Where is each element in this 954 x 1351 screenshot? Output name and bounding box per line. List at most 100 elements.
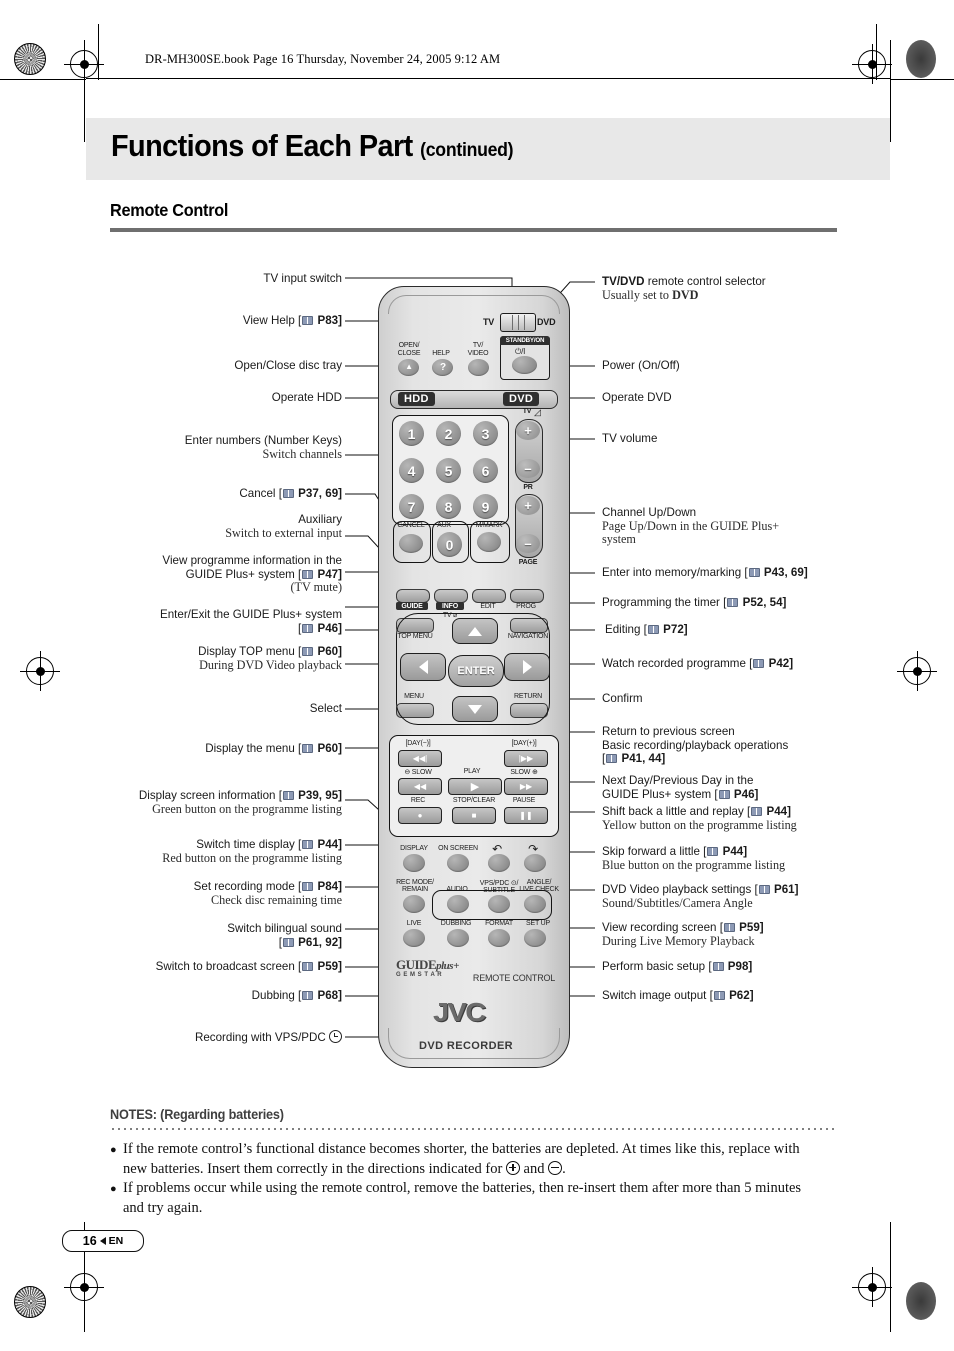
number-key-2[interactable]: 2 [436,421,461,446]
tv-dvd-selector-switch[interactable] [500,313,536,332]
registration-blob-bottom-right [906,1282,936,1320]
crop-cross-top-right [852,44,892,84]
hdd-button[interactable]: HDD [398,392,435,406]
on-screen-caption: ON SCREEN [438,845,478,852]
jvc-logo: JVC [433,997,486,1027]
eject-icon: ▲ [405,362,413,371]
callout-power-on-off: Power (On/Off) [602,359,680,372]
info-caption: INFO [436,602,464,610]
play-caption: PLAY [463,768,481,775]
registration-blob-top-right [906,40,936,78]
prog-button[interactable] [510,589,544,603]
number-key-6[interactable]: 6 [473,458,498,483]
nav-down-button[interactable] [452,696,498,722]
callout-cancel: Cancel [ P37, 69] [239,487,342,500]
stop-button[interactable]: ■ [452,807,496,824]
tv-video-caption-line2: VIDEO [467,350,489,357]
replay-button[interactable] [488,854,510,872]
crop-line-left-vertical [84,40,85,142]
selector-dvd-label: DVD [537,317,556,327]
note-item-2-text: If problems occur while using the remote… [123,1180,802,1216]
dvd-button[interactable]: DVD [503,392,540,406]
callout-tv-dvd-selector: TV/DVD remote control selector Usually se… [602,275,766,302]
book-icon [727,598,739,607]
next-skip-button[interactable]: |▶▶ [504,750,548,767]
dubbing-button[interactable] [447,929,469,947]
on-screen-button[interactable] [447,854,469,872]
callout-switch-bilingual-sound: Switch bilingual sound[ P61, 92] [227,922,342,949]
gemstar-wordmark: G E M S T A R [396,972,443,978]
page-caption: PAGE [518,559,538,566]
number-key-0[interactable]: 0 [437,532,462,557]
fast-forward-button[interactable]: ▶▶ [504,778,548,795]
rec-mode-button[interactable] [403,895,425,913]
callout-view-programme-information: View programme information in the GUIDE P… [162,554,342,595]
callout-display-the-menu: Display the menu [ P60] [205,742,342,755]
callout-open-close-disc-tray: Open/Close disc tray [234,359,342,372]
enter-button[interactable]: ENTER [448,655,504,687]
play-button[interactable]: ▶ [448,778,502,795]
edit-button[interactable] [472,589,506,603]
memory-mark-button[interactable] [477,532,501,552]
crop-line-right-horizontal [890,79,954,80]
previous-skip-button[interactable]: ◀◀| [398,750,442,767]
number-key-3[interactable]: 3 [473,421,498,446]
callout-enter-exit-guide-plus: Enter/Exit the GUIDE Plus+ system[ P46] [159,608,342,635]
audio-button[interactable] [447,895,469,913]
info-button[interactable] [434,589,468,603]
skip-forward-button[interactable] [524,854,546,872]
pause-button[interactable]: ❚❚ [504,807,548,824]
number-key-9[interactable]: 9 [473,494,498,519]
power-button[interactable] [512,356,537,374]
live-button[interactable] [403,929,425,947]
book-icon [758,885,770,894]
number-key-5[interactable]: 5 [436,458,461,483]
callout-dubbing: Dubbing [ P68] [251,989,342,1002]
nav-right-button[interactable] [504,653,550,681]
channel-down-button[interactable]: – [516,534,540,553]
format-button[interactable] [488,929,510,947]
number-key-8[interactable]: 8 [436,494,461,519]
crop-line-right-vertical [890,40,891,142]
angle-button[interactable] [524,895,546,913]
book-icon [302,962,314,971]
slow-plus-caption: SLOW ⊕ [510,769,538,776]
language-code: EN [108,1235,124,1247]
note-item-1-mid: and [519,1160,549,1177]
tv-video-button[interactable] [468,359,489,376]
clock-icon [329,1030,342,1043]
channel-up-button[interactable]: + [516,496,540,515]
book-icon [302,744,314,753]
notes-heading: NOTES: (Regarding batteries) [110,1107,284,1122]
chevron-right-icon [522,660,532,674]
book-icon [723,923,735,932]
nav-left-button[interactable] [400,653,446,681]
number-key-1[interactable]: 1 [399,421,424,446]
number-key-7[interactable]: 7 [399,494,424,519]
edit-caption: EDIT [480,603,496,610]
record-button[interactable]: ● [398,807,442,824]
page-number: 16 [82,1234,97,1248]
rec-caption: REC [410,797,426,804]
guide-button[interactable] [396,589,430,603]
number-key-4[interactable]: 4 [399,458,424,483]
page-number-badge: 16 EN [62,1230,144,1252]
nav-up-button[interactable] [452,618,498,644]
guide-plus-wordmark: GUIDE [396,957,437,972]
book-icon [282,937,294,947]
subtitle-button[interactable] [488,895,510,913]
tv-volume-down-button[interactable]: – [516,459,540,478]
standby-on-caption: STANDBY/ON [500,336,550,345]
display-button[interactable] [403,854,425,872]
set-up-button[interactable] [524,929,546,947]
day-plus-caption: [DAY(+)] [511,740,537,747]
rewind-button[interactable]: ◀◀ [398,778,442,795]
cancel-button[interactable] [399,534,423,553]
note-item-1-text: If the remote control’s functional dista… [123,1141,800,1177]
tv-volume-up-button[interactable]: + [516,421,540,440]
section-heading: Remote Control [110,200,229,220]
callout-view-recording-screen: View recording screen [ P59] During Live … [602,921,764,948]
book-icon [282,791,294,800]
callout-set-recording-mode: Set recording mode [ P84] Check disc rema… [193,880,342,907]
tv-video-caption-line1: TV/ [472,342,484,349]
